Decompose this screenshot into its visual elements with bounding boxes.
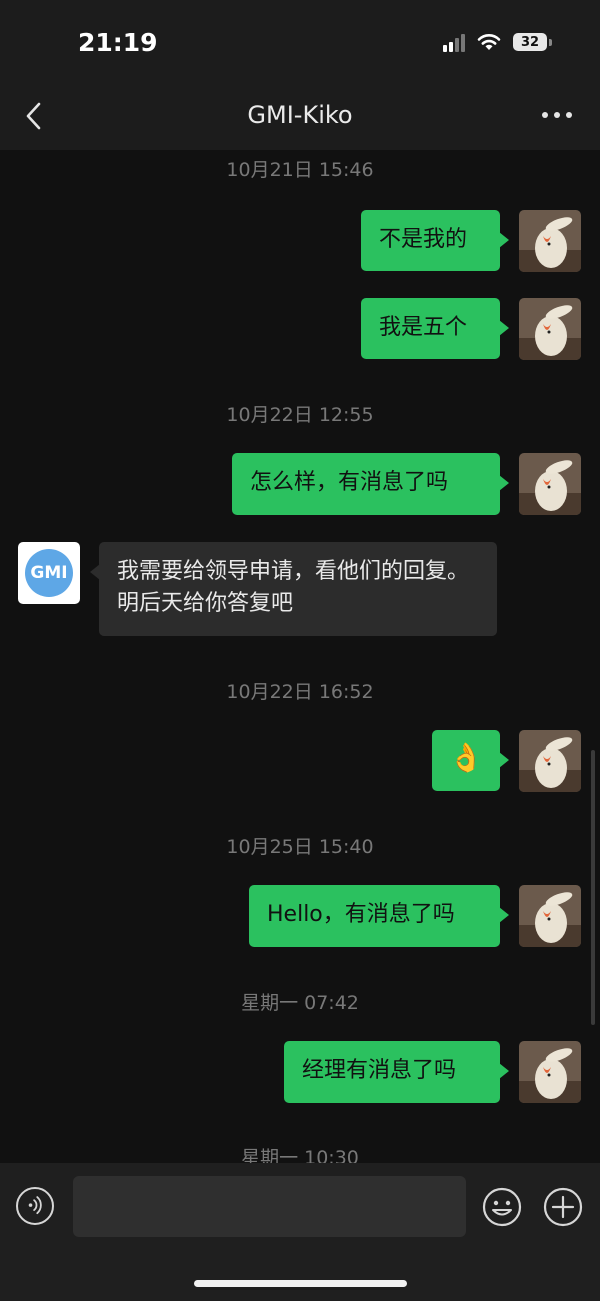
home-indicator <box>194 1280 407 1287</box>
timestamp: 10月21日 15:46 <box>226 159 374 181</box>
battery-icon: 32 <box>513 33 552 51</box>
message-bubble-sent[interactable]: 👌 <box>432 730 509 791</box>
voice-button[interactable] <box>16 1187 54 1225</box>
message-input[interactable] <box>73 1176 466 1237</box>
timestamp: 10月22日 12:55 <box>226 404 374 426</box>
more-icon[interactable] <box>542 112 572 118</box>
scrollbar[interactable] <box>591 750 595 1025</box>
status-time: 21:19 <box>78 28 158 57</box>
message-bubble-received[interactable]: 我需要给领导申请，看他们的回复。明后天给你答复吧 <box>90 542 497 636</box>
my-avatar[interactable] <box>519 298 581 360</box>
voice-icon <box>28 1196 42 1215</box>
plus-icon[interactable] <box>543 1187 583 1227</box>
message-bubble-sent[interactable]: 我是五个 <box>361 298 509 359</box>
my-avatar[interactable] <box>519 1041 581 1103</box>
battery-level: 32 <box>513 33 547 51</box>
signal-icon <box>443 32 465 52</box>
timestamp: 10月25日 15:40 <box>226 836 374 858</box>
message-bubble-sent[interactable]: 怎么样，有消息了吗 <box>232 453 509 515</box>
my-avatar[interactable] <box>519 210 581 272</box>
message-bubble-sent[interactable]: 不是我的 <box>361 210 509 271</box>
timestamp: 10月22日 16:52 <box>226 681 374 703</box>
message-bubble-sent[interactable]: Hello，有消息了吗 <box>249 885 509 947</box>
emoji-icon[interactable] <box>482 1187 522 1227</box>
my-avatar[interactable] <box>519 885 581 947</box>
my-avatar[interactable] <box>519 453 581 515</box>
contact-avatar[interactable]: GMI <box>18 542 80 604</box>
status-icons: 32 <box>443 32 552 52</box>
chat-title: GMI-Kiko <box>247 101 353 129</box>
wifi-icon <box>477 34 501 50</box>
my-avatar[interactable] <box>519 730 581 792</box>
timestamp: 星期一 07:42 <box>241 992 359 1014</box>
message-bubble-sent[interactable]: 经理有消息了吗 <box>284 1041 509 1103</box>
gmi-logo: GMI <box>25 549 73 597</box>
